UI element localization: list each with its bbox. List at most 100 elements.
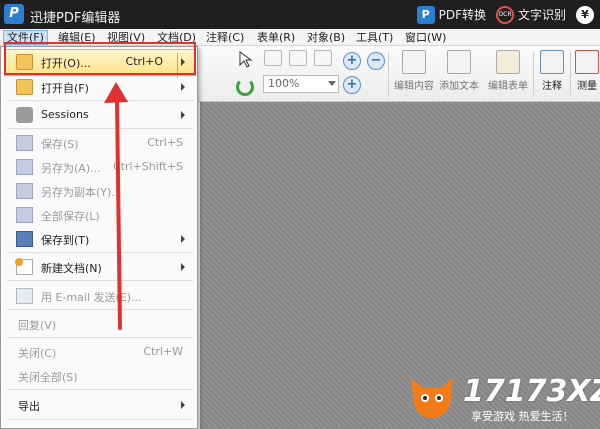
menu-item-save-to[interactable]: 保存到(T) xyxy=(1,227,197,251)
annotation-highlight-frame xyxy=(4,42,196,75)
edit-content-icon xyxy=(402,50,426,74)
menu-item-shortcut: Ctrl+Shift+S xyxy=(113,160,183,173)
folder-web-icon xyxy=(16,79,33,95)
menu-item-new-document[interactable]: 新建文档(N) xyxy=(1,255,197,279)
menu-item-close-all[interactable]: 关闭全部(S) xyxy=(1,364,197,388)
save-to-icon xyxy=(16,231,33,247)
edit-form-label: 编辑表单 xyxy=(488,81,528,92)
ocr-icon: OCR xyxy=(495,5,514,24)
zoom-out-button[interactable]: − xyxy=(367,52,385,70)
pdf-convert-label: PDF转换 xyxy=(438,8,486,22)
toolbar-divider xyxy=(388,52,389,96)
ocr-label: 文字识别 xyxy=(517,8,566,22)
menu-item-label: 另存为副本(Y)... xyxy=(41,186,122,199)
menu-item-export[interactable]: 导出 xyxy=(1,393,197,417)
site-watermark: 17173XZ 享受游戏 热爱生活！ xyxy=(405,372,600,427)
add-text-label: 添加文本 xyxy=(439,81,479,92)
menu-item-label: Sessions xyxy=(41,108,89,121)
add-text-icon xyxy=(447,50,471,74)
menu-item-sessions[interactable]: Sessions xyxy=(1,103,197,127)
title-bar-actions: P PDF转换 OCR 文字识别 ¥ xyxy=(416,0,600,29)
submenu-arrow-icon xyxy=(181,83,185,91)
menu-item-close[interactable]: 关闭(C) Ctrl+W xyxy=(1,340,197,364)
menu-item-label: 关闭全部(S) xyxy=(18,371,78,384)
menu-item-open-from[interactable]: 打开自(F) xyxy=(1,75,197,99)
save-as-icon xyxy=(16,159,33,175)
save-copy-icon xyxy=(16,183,33,199)
menu-item-save-copy[interactable]: 另存为副本(Y)... xyxy=(1,179,197,203)
menu-separator xyxy=(7,252,193,253)
toolbar-divider xyxy=(570,52,571,96)
fit-width-button[interactable] xyxy=(314,50,332,66)
fox-logo-icon xyxy=(411,378,453,418)
app-title: 迅捷PDF编辑器 xyxy=(30,11,121,26)
menu-item-label: 回复(V) xyxy=(18,319,57,332)
menu-separator xyxy=(7,419,193,420)
edit-form-button[interactable]: 编辑表单 xyxy=(486,50,530,92)
menu-item-label: 新建文档(N) xyxy=(41,262,102,275)
menu-item-send-email[interactable]: 用 E-mail 发送(E)... xyxy=(1,284,197,308)
measure-icon xyxy=(575,50,599,74)
menu-tools[interactable]: 工具(T) xyxy=(353,30,396,45)
menu-comment[interactable]: 注释(C) xyxy=(203,30,247,45)
menu-object[interactable]: 对象(B) xyxy=(304,30,348,45)
add-text-button[interactable]: 添加文本 xyxy=(438,50,480,92)
menu-item-label: 关闭(C) xyxy=(18,347,57,360)
pdf-convert-icon: P xyxy=(416,5,435,24)
menu-separator xyxy=(7,309,193,310)
submenu-arrow-icon xyxy=(181,401,185,409)
annotate-button[interactable]: 注释 xyxy=(537,50,567,92)
pointer-icon xyxy=(239,51,253,68)
menu-item-save-as[interactable]: 另存为(A)... Ctrl+Shift+S xyxy=(1,155,197,179)
menu-item-save-all[interactable]: 全部保存(L) xyxy=(1,203,197,227)
watermark-brand: 17173XZ xyxy=(463,374,600,409)
annotate-icon xyxy=(540,50,564,74)
menu-separator xyxy=(7,337,193,338)
zoom-in-button[interactable]: + xyxy=(343,52,361,70)
menu-item-label: 导出 xyxy=(18,400,40,413)
title-bar: P 迅捷PDF编辑器 P PDF转换 OCR 文字识别 ¥ xyxy=(0,0,600,29)
menu-item-revert[interactable]: 回复(V) xyxy=(1,312,197,336)
menu-item-label: 全部保存(L) xyxy=(41,210,100,223)
ocr-button[interactable]: OCR 文字识别 xyxy=(495,5,566,24)
watermark-slogan: 享受游戏 热爱生活！ xyxy=(471,410,574,423)
submenu-arrow-icon xyxy=(181,111,185,119)
menu-window[interactable]: 窗口(W) xyxy=(402,30,449,45)
menu-separator xyxy=(7,389,193,390)
zoom-plus-button[interactable]: + xyxy=(343,76,361,94)
file-menu-dropdown: 打开(O)... Ctrl+O 打开自(F) Sessions 保存(S) Ct… xyxy=(0,46,198,429)
menu-form[interactable]: 表单(R) xyxy=(254,30,298,45)
menu-item-label: 保存(S) xyxy=(41,138,79,151)
measure-label: 测量 xyxy=(577,81,597,92)
submenu-arrow-icon xyxy=(181,263,185,271)
measure-button[interactable]: 测量 xyxy=(574,50,600,92)
edit-form-icon xyxy=(496,50,520,74)
menu-item-shortcut: Ctrl+S xyxy=(147,136,183,149)
menu-item-label: 保存到(T) xyxy=(41,234,90,247)
rotate-button[interactable] xyxy=(236,78,254,96)
app-logo-icon: P xyxy=(4,4,24,24)
yen-icon[interactable]: ¥ xyxy=(576,5,594,24)
actual-size-button[interactable] xyxy=(264,50,282,66)
menu-item-save[interactable]: 保存(S) Ctrl+S xyxy=(1,131,197,155)
menu-separator xyxy=(7,100,193,101)
annotate-label: 注释 xyxy=(542,81,562,92)
menu-item-label: 另存为(A)... xyxy=(41,162,101,175)
pdf-convert-button[interactable]: P PDF转换 xyxy=(416,5,486,24)
menu-item-label: 用 E-mail 发送(E)... xyxy=(41,291,142,304)
fit-page-button[interactable] xyxy=(289,50,307,66)
new-document-icon xyxy=(15,258,33,275)
menu-separator xyxy=(7,280,193,281)
edit-content-button[interactable]: 编辑内容 xyxy=(393,50,435,92)
save-all-icon xyxy=(16,207,33,223)
pointer-tool[interactable] xyxy=(236,50,254,71)
email-icon xyxy=(16,288,33,304)
chevron-down-icon xyxy=(328,81,336,86)
rotate-icon xyxy=(236,78,254,96)
toolbar-divider xyxy=(533,52,534,96)
sessions-icon xyxy=(16,107,33,123)
menu-separator xyxy=(7,128,193,129)
save-icon xyxy=(16,135,33,151)
zoom-select[interactable]: 100% xyxy=(263,75,339,93)
menu-item-shortcut: Ctrl+W xyxy=(143,345,183,358)
